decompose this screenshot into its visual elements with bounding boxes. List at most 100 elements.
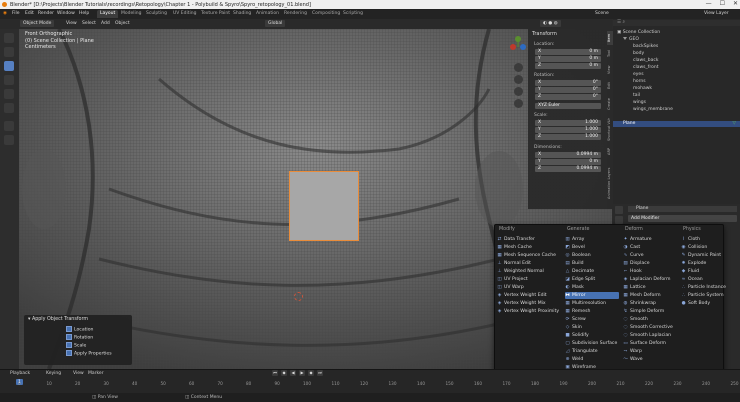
menu-item-wave[interactable]: 〜 Wave [623,356,677,363]
menu-item-mesh-sequence-cache[interactable]: ▦ Mesh Sequence Cache [497,252,556,259]
menu-item-collision[interactable]: ◉ Collision [681,244,735,251]
menu-item-hook[interactable]: ⌐ Hook [623,268,677,275]
pan-hand-icon[interactable] [514,75,523,84]
menu-item-data-transfer[interactable]: ⇄ Data Transfer [497,236,551,243]
menu-item-cast[interactable]: ◑ Cast [623,244,677,251]
outliner-item-wings[interactable]: wings▽◉ [613,100,740,106]
outliner-item-claws-front[interactable]: claws_front▽◉ [613,65,740,71]
location-x-field[interactable]: X0 m [535,49,601,55]
menu-item-multiresolution[interactable]: ▦ Multiresolution [565,300,619,307]
menu-item-laplacian-deform[interactable]: ◈ Laplacian Deform [623,276,677,283]
tab-compositing[interactable]: Compositing [309,10,343,18]
rotation-z-field[interactable]: Z 0° [535,94,601,100]
menu-item-bevel[interactable]: ◩ Bevel [565,244,619,251]
menu-item-curve[interactable]: ∿ Curve [623,252,677,259]
menu-item-array[interactable]: ▥ Array [565,236,619,243]
jump-start-icon[interactable]: ⏮ [272,370,278,376]
dimensions-y-field[interactable]: Y0 m [535,159,601,165]
dimensions-z-field[interactable]: Z 0.0994 m [535,166,601,172]
tab-modeling[interactable]: Modeling [118,10,144,18]
location-z-field[interactable]: Z0 m [535,63,601,69]
menu-item-skin[interactable]: ◇ Skin [565,324,619,331]
scale-tool-icon[interactable] [4,89,14,99]
minimize-button[interactable]: — [706,0,712,9]
tool-props-icon[interactable] [615,206,623,214]
timeline-view-menu[interactable]: View [73,371,84,376]
menu-item-fluid[interactable]: ◆ Fluid [681,268,735,275]
menu-item-particle-instance[interactable]: ∴ Particle Instance [681,284,735,291]
menu-item-simple-deform[interactable]: ↯ Simple Deform [623,308,677,315]
operator-panel-title[interactable]: ▾ Apply Object Transform [28,317,88,322]
header-view[interactable]: View [66,21,77,26]
menu-item-armature[interactable]: ✦ Armature [623,236,677,243]
menu-item-surface-deform[interactable]: ▭ Surface Deform [623,340,677,347]
outliner-item-mohawk[interactable]: mohawk▽◉ [613,86,740,92]
outliner-item-tail[interactable]: tail▽◉ [613,93,740,99]
blender-menu-icon[interactable]: ◉ [3,11,7,16]
measure-tool-icon[interactable] [4,135,14,145]
play-reverse-icon[interactable]: ◀ [290,370,296,376]
rotation-y-field[interactable]: Y 0° [535,87,601,93]
location-checkbox[interactable]: Location [66,326,93,333]
tab-shading[interactable]: Shading [230,10,254,18]
header-select[interactable]: Select [82,21,96,26]
rotate-tool-icon[interactable] [4,75,14,85]
menu-item-uv-project[interactable]: ◫ UV Project [497,276,551,283]
menu-edit[interactable]: Edit [25,11,34,16]
menu-item-mask[interactable]: ◐ Mask [565,284,619,291]
jump-end-icon[interactable]: ⏭ [317,370,323,376]
zoom-icon[interactable] [514,63,523,72]
outliner-item-claws-back[interactable]: claws_back▽◉ [613,58,740,64]
prev-key-icon[interactable]: ◆ [281,370,287,376]
outliner-item-plane[interactable]: Plane▽◉ [613,121,740,127]
filter-icon[interactable]: ☰ ⌕ [617,20,625,25]
shading-mode-buttons[interactable]: ◐ ● ◍ [540,20,561,27]
transform-tool-icon[interactable] [4,103,14,113]
menu-item-cloth[interactable]: ⌇ Cloth [681,236,735,243]
selected-plane-object[interactable] [289,171,359,241]
menu-item-soft-body[interactable]: ● Soft Body [681,300,735,307]
menu-item-displace[interactable]: ▨ Displace [623,260,677,267]
tab-texture-paint[interactable]: Texture Paint [198,10,233,18]
apply-properties-checkbox[interactable]: Apply Properties [66,350,112,357]
menu-item-warp[interactable]: ⤳ Warp [623,348,677,355]
menu-item-dynamic-paint[interactable]: ✎ Dynamic Paint [681,252,735,259]
header-add[interactable]: Add [101,21,110,26]
mode-dropdown[interactable]: Object Mode [20,20,55,27]
tab-uv-editing[interactable]: UV Editing [170,10,199,18]
menu-item-smooth[interactable]: ◌ Smooth [623,316,677,323]
menu-render[interactable]: Render [38,11,54,16]
scale-z-field[interactable]: Z 1.000 [535,134,601,140]
annotate-tool-icon[interactable] [4,121,14,131]
tab-rendering[interactable]: Rendering [281,10,310,18]
menu-help[interactable]: Help [79,11,89,16]
menu-item-ocean[interactable]: ≈ Ocean [681,276,735,283]
timeline-keying-menu[interactable]: Keying [46,371,61,376]
rotation-x-field[interactable]: X 0° [535,80,601,86]
menu-item-mesh-deform[interactable]: ▦ Mesh Deform [623,292,677,299]
close-button[interactable]: ✕ [733,0,738,9]
object-name-field[interactable]: Plane [628,206,737,212]
menu-item-build[interactable]: ▤ Build [565,260,619,267]
outliner-item-body[interactable]: body▽◉ [613,51,740,57]
rotation-mode-dropdown[interactable]: XYZ Euler [535,103,601,109]
maximize-button[interactable]: ☐ [720,0,725,9]
tab-layout[interactable]: Layout [97,10,119,18]
camera-view-icon[interactable] [514,87,523,96]
menu-item-screw[interactable]: ⟳ Screw [565,316,619,323]
cursor-tool-icon[interactable] [4,47,14,57]
menu-item-remesh[interactable]: ▦ Remesh [565,308,619,315]
menu-item-normal-edit[interactable]: ⊥ Normal Edit [497,260,551,267]
menu-item-boolean[interactable]: ◎ Boolean [565,252,619,259]
navigation-gizmo[interactable] [508,33,528,59]
menu-item-mesh-cache[interactable]: ▦ Mesh Cache [497,244,551,251]
menu-item-weighted-normal[interactable]: ⊥ Weighted Normal [497,268,551,275]
tab-animation[interactable]: Animation [253,10,282,18]
menu-item-subdivision-surface[interactable]: ▢ Subdivision Surface [565,340,619,347]
header-object[interactable]: Object [115,21,130,26]
timeline-marker-menu[interactable]: Marker [88,371,104,376]
menu-item-particle-system[interactable]: ∴ Particle System [681,292,735,299]
menu-item-vertex-weight-mix[interactable]: ◈ Vertex Weight Mix [497,300,551,307]
menu-file[interactable]: File [12,11,20,16]
menu-item-lattice[interactable]: ▦ Lattice [623,284,677,291]
